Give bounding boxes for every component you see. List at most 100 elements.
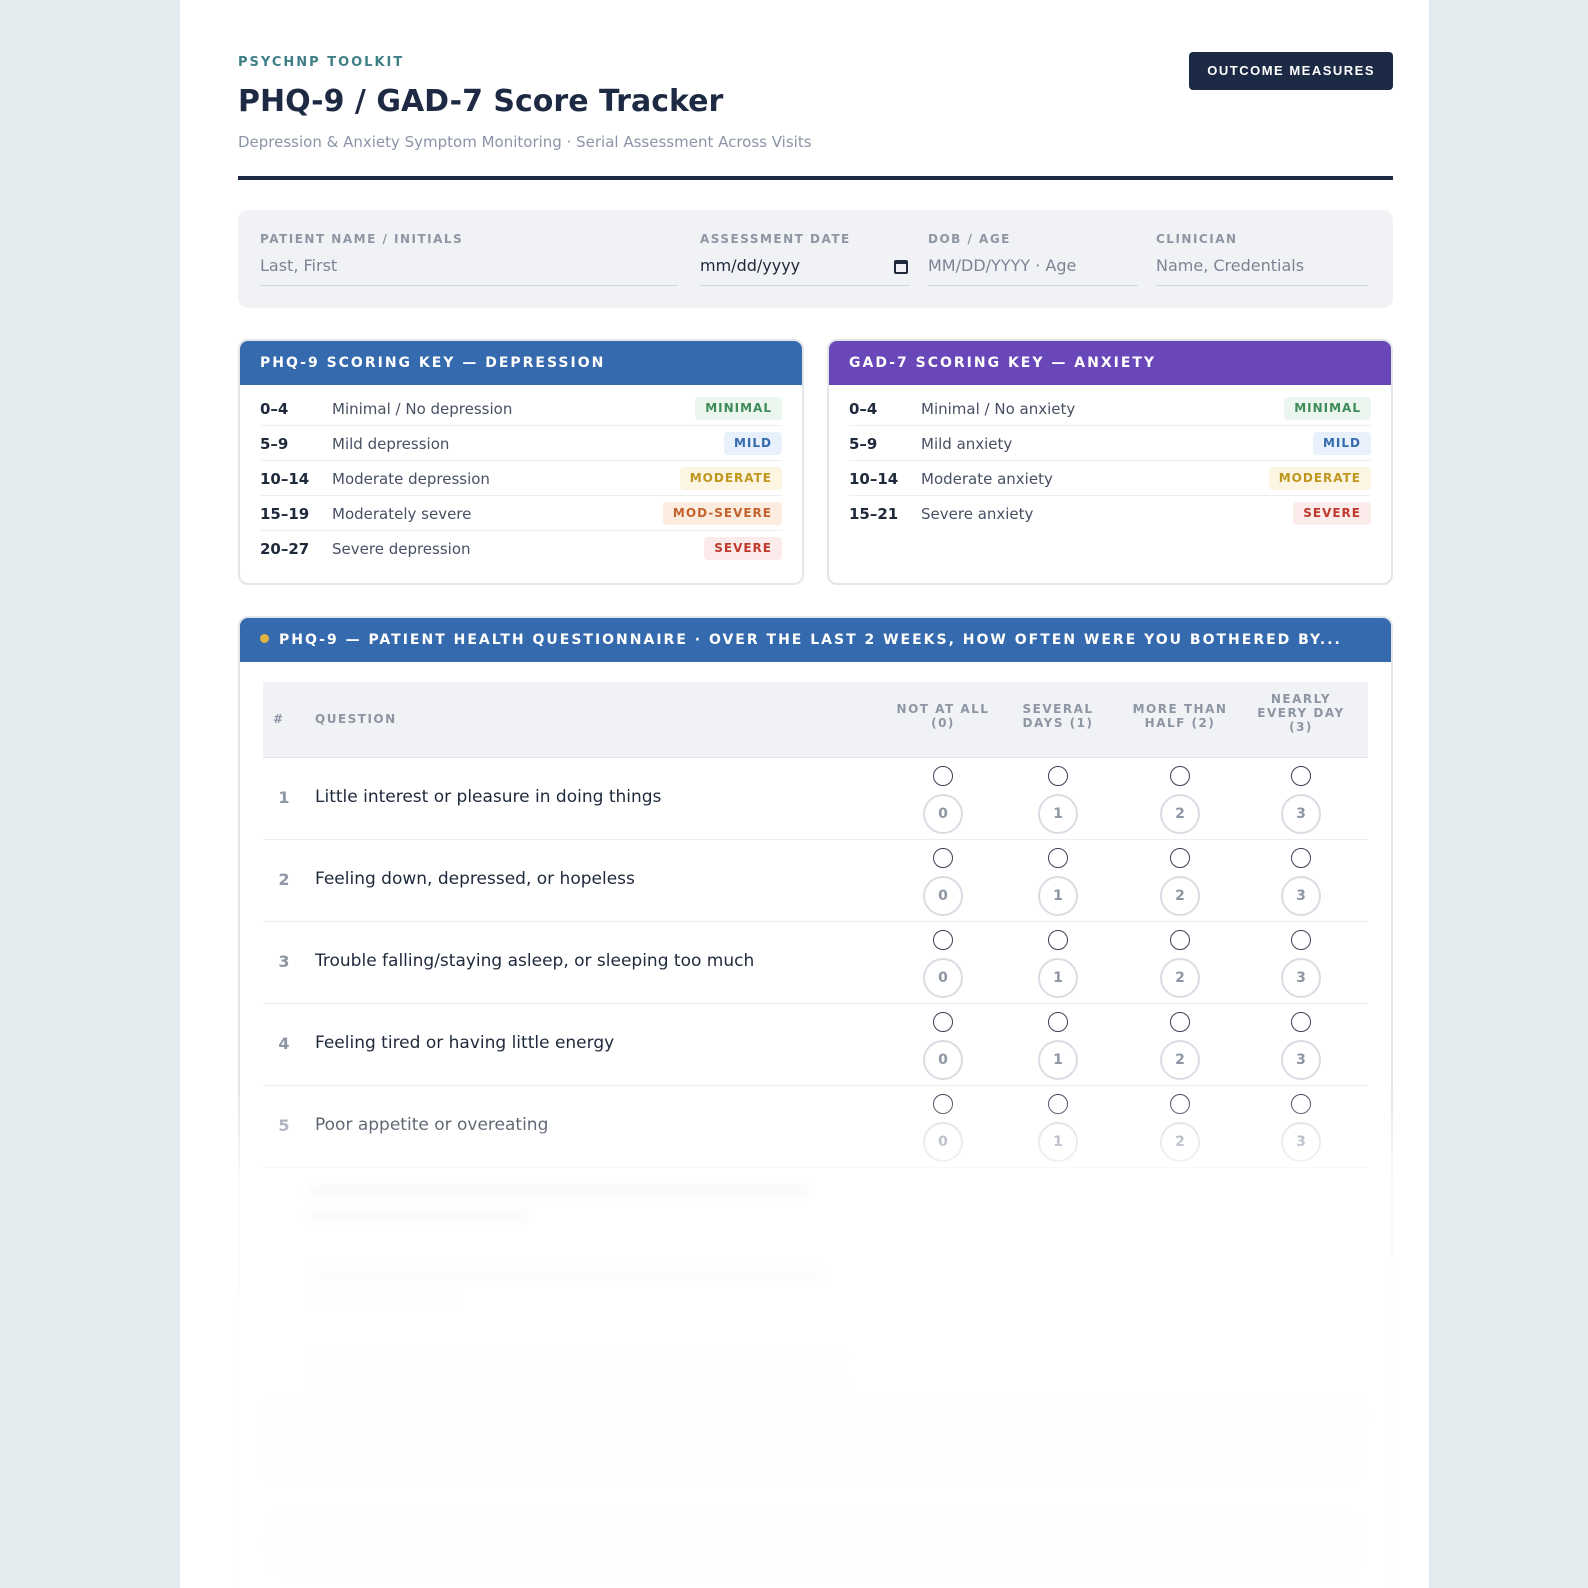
tracker-page: PSYCHNP TOOLKIT PHQ-9 / GAD-7 Score Trac…	[180, 0, 1429, 1588]
score-chip[interactable]: 1	[1038, 1040, 1078, 1080]
answer-radio[interactable]	[1170, 930, 1190, 950]
phq9-questionnaire-title-text: PHQ-9 — PATIENT HEALTH QUESTIONNAIRE · O…	[279, 632, 1342, 648]
answer-radio[interactable]	[933, 766, 953, 786]
patient-info-panel: PATIENT NAME / INITIALS Last, First ASSE…	[238, 210, 1393, 308]
score-chip[interactable]: 1	[1038, 876, 1078, 916]
answer-option: 1	[1038, 848, 1078, 916]
gad7-key-row: 0–4 Minimal / No anxiety MINIMAL	[849, 391, 1371, 426]
answer-radio[interactable]	[1291, 848, 1311, 868]
answer-radio[interactable]	[933, 1094, 953, 1114]
score-chip[interactable]: 3	[1281, 876, 1321, 916]
score-chip[interactable]: 0	[923, 794, 963, 834]
answer-radio[interactable]	[1291, 766, 1311, 786]
clinician-field: CLINICIAN Name, Credentials	[1156, 232, 1369, 286]
answer-option: 1	[1038, 1012, 1078, 1080]
answer-radio[interactable]	[1048, 848, 1068, 868]
score-chip[interactable]: 2	[1160, 1040, 1200, 1080]
score-chip[interactable]: 1	[1038, 1122, 1078, 1162]
answer-option: 0	[923, 766, 963, 834]
blurred-question-8	[308, 1350, 848, 1362]
answer-radio[interactable]	[1291, 1012, 1311, 1032]
phq9-key-row: 0–4 Minimal / No depression MINIMAL	[260, 391, 782, 426]
phq9-questionnaire-title: PHQ-9 — PATIENT HEALTH QUESTIONNAIRE · O…	[240, 618, 1391, 662]
score-chip[interactable]: 1	[1038, 794, 1078, 834]
answer-radio[interactable]	[933, 1012, 953, 1032]
score-chip[interactable]: 3	[1281, 1122, 1321, 1162]
score-chip[interactable]: 3	[1281, 958, 1321, 998]
answer-radio[interactable]	[1048, 1094, 1068, 1114]
patient-name-field: PATIENT NAME / INITIALS Last, First	[260, 232, 678, 286]
answer-radio[interactable]	[1170, 1094, 1190, 1114]
score-chip[interactable]: 0	[923, 1040, 963, 1080]
score-range: 5–9	[849, 435, 878, 453]
answer-option: 0	[923, 930, 963, 998]
header-divider	[238, 176, 1393, 180]
column-several-days: SEVERAL DAYS (1)	[1022, 702, 1094, 730]
question-text: Little interest or pleasure in doing thi…	[315, 787, 662, 807]
dob-age-label: DOB / AGE	[928, 232, 1011, 246]
score-range: 10–14	[849, 470, 899, 488]
answer-option: 2	[1160, 1012, 1200, 1080]
score-chip[interactable]: 3	[1281, 794, 1321, 834]
severity-tag: MILD	[1312, 432, 1371, 455]
page-subtitle: Depression & Anxiety Symptom Monitoring …	[238, 133, 812, 151]
score-chip[interactable]: 2	[1160, 876, 1200, 916]
score-chip[interactable]: 2	[1160, 794, 1200, 834]
score-range: 15–19	[260, 505, 310, 523]
question-row: 3 Trouble falling/staying asleep, or slee…	[263, 922, 1368, 1004]
blurred-total-row	[263, 1510, 1363, 1580]
answer-radio[interactable]	[933, 930, 953, 950]
answer-radio[interactable]	[1048, 766, 1068, 786]
gad7-key-title: GAD-7 SCORING KEY — ANXIETY	[829, 341, 1391, 385]
question-row: 1 Little interest or pleasure in doing th…	[263, 758, 1368, 840]
outcome-measures-button[interactable]: OUTCOME MEASURES	[1189, 52, 1393, 90]
column-not-at-all: NOT AT ALL (0)	[896, 702, 990, 730]
answer-option: 3	[1281, 1094, 1321, 1162]
answer-radio[interactable]	[1291, 1094, 1311, 1114]
answer-radio[interactable]	[1170, 1012, 1190, 1032]
answer-option: 1	[1038, 1094, 1078, 1162]
score-chip[interactable]: 0	[923, 876, 963, 916]
dob-age-input[interactable]: MM/DD/YYYY · Age	[928, 256, 1138, 286]
score-chip[interactable]: 1	[1038, 958, 1078, 998]
score-chip[interactable]: 2	[1160, 1122, 1200, 1162]
answer-option: 3	[1281, 930, 1321, 998]
question-row: 4 Feeling tired or having little energy 0 1…	[263, 1004, 1368, 1086]
answer-radio[interactable]	[1048, 930, 1068, 950]
severity-tag: MINIMAL	[695, 397, 782, 420]
patient-name-input[interactable]: Last, First	[260, 256, 678, 286]
phq9-key-title: PHQ-9 SCORING KEY — DEPRESSION	[240, 341, 802, 385]
page-title: PHQ-9 / GAD-7 Score Tracker	[238, 84, 724, 119]
question-text: Trouble falling/staying asleep, or sleep…	[315, 951, 755, 971]
status-dot-icon	[260, 633, 269, 643]
score-chip[interactable]: 0	[923, 1122, 963, 1162]
blurred-question-9-highlight	[263, 1400, 1363, 1480]
answer-radio[interactable]	[1048, 1012, 1068, 1032]
question-text: Poor appetite or overeating	[315, 1115, 549, 1135]
severity-description: Moderate depression	[332, 470, 490, 488]
score-chip[interactable]: 0	[923, 958, 963, 998]
severity-description: Mild depression	[332, 435, 450, 453]
question-number: 2	[278, 870, 290, 889]
question-text: Feeling tired or having little energy	[315, 1033, 615, 1053]
answer-radio[interactable]	[1170, 766, 1190, 786]
answer-option: 1	[1038, 766, 1078, 834]
answer-radio[interactable]	[933, 848, 953, 868]
score-range: 0–4	[849, 400, 878, 418]
severity-description: Minimal / No anxiety	[921, 400, 1076, 418]
answer-radio[interactable]	[1291, 930, 1311, 950]
assessment-date-input[interactable]: mm/dd/yyyy	[700, 256, 910, 286]
clinician-input[interactable]: Name, Credentials	[1156, 256, 1369, 286]
answer-radio[interactable]	[1170, 848, 1190, 868]
severity-description: Severe depression	[332, 540, 471, 558]
calendar-icon[interactable]	[894, 260, 908, 274]
score-range: 20–27	[260, 540, 310, 558]
score-range: 5–9	[260, 435, 289, 453]
score-chip[interactable]: 2	[1160, 958, 1200, 998]
question-number: 1	[278, 788, 290, 807]
blurred-question-7-cont	[308, 1293, 458, 1305]
severity-tag: MODERATE	[1268, 467, 1371, 490]
severity-description: Mild anxiety	[921, 435, 1013, 453]
column-number: #	[273, 712, 285, 726]
score-chip[interactable]: 3	[1281, 1040, 1321, 1080]
